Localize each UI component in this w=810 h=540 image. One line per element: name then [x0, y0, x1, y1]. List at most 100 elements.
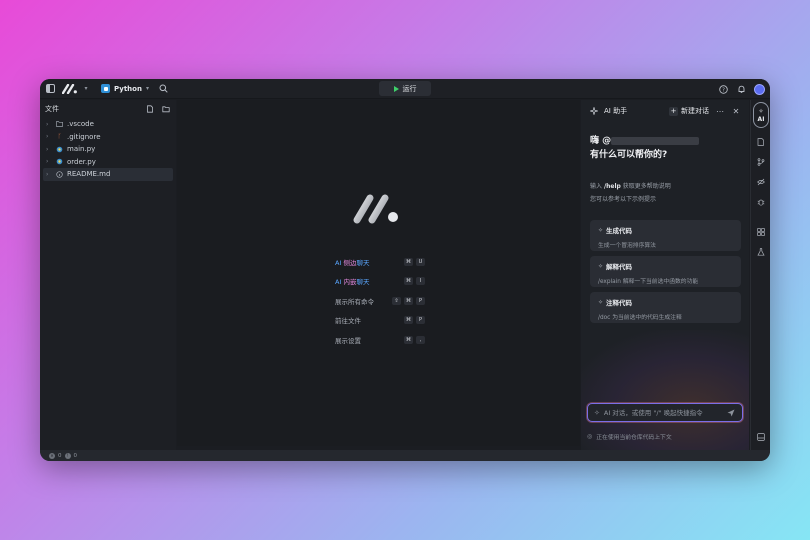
python-file-icon [56, 158, 63, 165]
python-icon [101, 84, 110, 93]
key-cap: P [416, 316, 425, 325]
bell-icon[interactable] [736, 84, 746, 94]
key-cap: ⌘ [404, 316, 413, 325]
run-button[interactable]: 运行 [379, 81, 431, 96]
card-title-text: 注释代码 [606, 299, 633, 307]
ai-assistant-panel: AI 助手 + 新建对话 ⋯ ✕ 嗨 @ 有什么可以帮你的? 输入 /help … [581, 100, 749, 450]
ai-sparkle-icon: ✧ [758, 107, 764, 115]
greeting: 嗨 @ 有什么可以帮你的? [590, 134, 700, 162]
shortcut-row[interactable]: 前往文件 ⌘ P [335, 311, 425, 331]
key-cap: ⌘ [404, 335, 413, 344]
language-selector[interactable]: Python ▾ [98, 82, 152, 96]
close-icon[interactable]: ✕ [731, 106, 741, 116]
chevron-down-icon: ▾ [145, 85, 149, 92]
tree-item-gitignore[interactable]: › ᚴ .gitignore [40, 131, 176, 144]
ai-tab-label: AI [757, 115, 765, 123]
status-bar: ✕ 0 ! 0 [40, 450, 770, 461]
python-file-icon [56, 146, 63, 153]
search-icon[interactable] [159, 84, 169, 94]
shortcut-label: AI 侧边聊天 [335, 257, 369, 267]
tree-item-vscode[interactable]: › .vscode [40, 118, 176, 131]
context-note: ◎ 正在使用当前仓库代码上下文 [587, 432, 672, 441]
shortcut-row[interactable]: AI 侧边聊天 ⌘ U [335, 252, 425, 272]
help-hint: 输入 /help 获取更多帮助说明 您可以参考以下示例提示 [590, 180, 671, 206]
activity-rail: ✧ AI [750, 100, 770, 450]
language-label: Python [114, 84, 142, 93]
redacted-username [611, 136, 700, 145]
panel-toggle-icon[interactable] [755, 431, 767, 443]
key-cap: ⌘ [404, 296, 413, 305]
shortcut-highlight: 聊天 [356, 278, 370, 287]
key-combo: ⌘ I [404, 277, 425, 286]
key-cap: ⌘ [404, 277, 413, 286]
app-logo-menu[interactable]: ▾ [62, 83, 91, 94]
key-cap: I [416, 277, 425, 286]
tree-item-readme[interactable]: › README.md [43, 168, 173, 181]
key-combo: ⌘ U [404, 257, 425, 266]
card-desc: 生成一个冒泡排序算法 [598, 243, 656, 249]
tree-item-label: .vscode [67, 120, 94, 129]
shortcut-row[interactable]: AI 内嵌聊天 ⌘ I [335, 272, 425, 292]
extensions-grid-icon[interactable] [755, 226, 767, 238]
file-search-icon[interactable] [755, 136, 767, 148]
ai-assistant-tab[interactable]: ✧ AI [753, 102, 769, 128]
app-logo-icon [353, 194, 398, 224]
debug-bug-icon[interactable] [755, 196, 767, 208]
card-title: ✧ 生成代码 [598, 225, 733, 236]
ai-chat-input[interactable] [603, 408, 722, 417]
new-folder-icon[interactable] [161, 104, 171, 114]
explorer-header: 文件 [40, 100, 176, 118]
card-desc: /explain 解释一下当前选中函数的功能 [598, 279, 699, 285]
shortcut-row[interactable]: 展示所有命令 ⇧ ⌘ P [335, 291, 425, 311]
folder-icon [56, 121, 63, 128]
greeting-line2: 有什么可以帮你的? [590, 150, 668, 160]
app-logo-icon [62, 83, 77, 94]
shortcut-list: AI 侧边聊天 ⌘ U AI 内嵌聊天 ⌘ I 展示所有命令 ⇧ ⌘ P 前往文… [335, 252, 425, 350]
sidebar-toggle-icon[interactable] [45, 84, 55, 94]
greeting-prefix: 嗨 @ [590, 136, 612, 146]
card-title-text: 生成代码 [606, 227, 633, 235]
key-cap: , [416, 335, 425, 344]
location-pin-icon: ◎ [587, 433, 593, 440]
chevron-down-icon: ▾ [84, 85, 88, 92]
plus-icon: + [669, 106, 678, 116]
warning-icon[interactable]: ! [64, 452, 71, 459]
shortcut-label: 展示设置 [335, 336, 361, 345]
shortcut-label: 展示所有命令 [335, 297, 374, 306]
ai-sparkle-icon: ✧ [598, 226, 604, 234]
tree-item-order-py[interactable]: › order.py [40, 156, 176, 169]
prompt-card-explain[interactable]: ✧ 解释代码 /explain 解释一下当前选中函数的功能 [590, 256, 741, 287]
ai-panel-title: AI 助手 [604, 107, 628, 115]
info-file-icon [56, 171, 63, 178]
card-title-text: 解释代码 [606, 263, 633, 271]
context-note-text: 正在使用当前仓库代码上下文 [596, 435, 672, 441]
warning-count: 0 [73, 452, 78, 459]
eye-off-icon[interactable] [755, 176, 767, 188]
key-cap: U [416, 257, 425, 266]
chevron-right-icon: › [46, 158, 49, 166]
prompt-card-generate[interactable]: ✧ 生成代码 生成一个冒泡排序算法 [590, 220, 741, 251]
shortcut-label: 前往文件 [335, 317, 361, 326]
error-icon[interactable]: ✕ [49, 452, 55, 459]
prompt-card-comment[interactable]: ✧ 注释代码 /doc 为当前选中的代码生成注释 [590, 292, 741, 323]
user-avatar[interactable] [754, 83, 765, 95]
ai-sparkle-icon: ✧ [598, 262, 604, 270]
error-count: 0 [58, 452, 62, 459]
send-icon[interactable] [726, 408, 736, 418]
shortcut-row[interactable]: 展示设置 ⌘ , [335, 330, 425, 350]
help-icon[interactable]: ? [718, 84, 728, 94]
explorer-title: 文件 [45, 105, 59, 113]
ai-chat-input-box[interactable]: ✧ [587, 403, 743, 422]
git-branch-icon[interactable] [755, 156, 767, 168]
flask-icon[interactable] [755, 246, 767, 258]
more-options-icon[interactable]: ⋯ [715, 106, 725, 116]
new-chat-button[interactable]: + 新建对话 [669, 106, 709, 116]
editor-area[interactable]: AI 侧边聊天 ⌘ U AI 内嵌聊天 ⌘ I 展示所有命令 ⇧ ⌘ P 前往文… [177, 100, 580, 446]
hint-suffix: 获取更多帮助说明 [622, 183, 671, 190]
tree-item-main-py[interactable]: › main.py [40, 143, 176, 156]
key-cap: ⇧ [392, 296, 401, 305]
title-bar: ▾ Python ▾ 运行 ? [40, 79, 770, 99]
ide-window: ▾ Python ▾ 运行 ? 文件 › .vscode › ᚴ .gitign… [40, 79, 770, 461]
ai-sparkle-icon: ✧ [598, 298, 604, 306]
new-file-icon[interactable] [145, 104, 155, 114]
